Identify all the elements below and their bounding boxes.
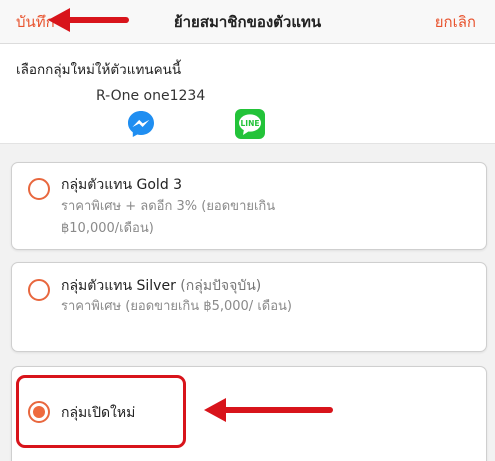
annotation-highlight-box (16, 375, 186, 448)
